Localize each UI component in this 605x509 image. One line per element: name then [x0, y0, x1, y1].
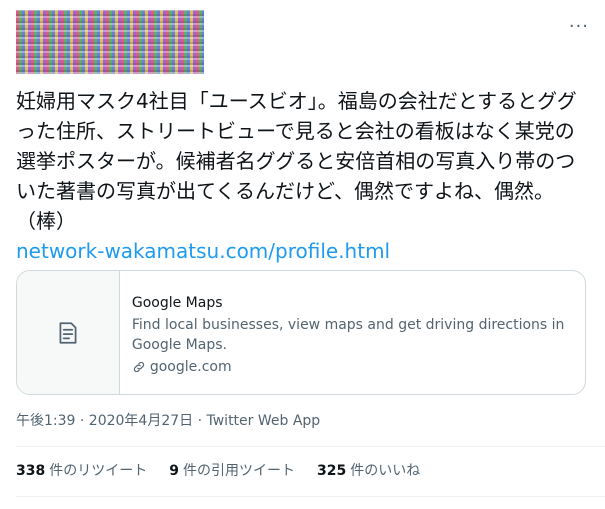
- tweet-text: 妊婦用マスク4社目「ユースビオ」。福島の会社だとするとググった住所、ストリートビ…: [16, 89, 577, 233]
- tweet-stats: 338 件のリツイート 9 件の引用ツイート 325 件のいいね: [16, 460, 420, 480]
- likes-count: 325: [316, 463, 347, 479]
- more-options-icon[interactable]: ···: [569, 18, 589, 36]
- likes-label: 件のいいね: [350, 463, 421, 479]
- tweet-detail: ··· 妊婦用マスク4社目「ユースビオ」。福島の会社だとするとググった住所、スト…: [0, 0, 605, 509]
- card-domain-row: google.com: [132, 357, 569, 377]
- likes-stat[interactable]: 325 件のいいね: [317, 460, 420, 480]
- divider: [16, 446, 605, 447]
- retweets-count: 338: [16, 463, 46, 479]
- card-description: Find local businesses, view maps and get…: [131, 317, 565, 353]
- quotes-count: 9: [169, 463, 179, 479]
- link-preview-card[interactable]: Google Maps Find local businesses, view …: [16, 270, 586, 395]
- tweet-header: ···: [16, 8, 589, 76]
- retweets-stat[interactable]: 338 件のリツイート: [16, 460, 147, 480]
- tweet-link[interactable]: network-wakamatsu.com/profile.html: [16, 236, 589, 266]
- tweet-timestamp[interactable]: 午後1:39 · 2020年4月27日 · Twitter Web App: [16, 410, 320, 430]
- divider: [16, 496, 605, 497]
- pixelated-author-area: [16, 10, 204, 74]
- document-icon: [59, 321, 77, 344]
- quotes-stat[interactable]: 9 件の引用ツイート: [169, 460, 295, 480]
- card-title: Google Maps: [131, 295, 223, 311]
- card-domain: google.com: [149, 359, 232, 375]
- card-body: Google Maps Find local businesses, view …: [120, 271, 585, 394]
- card-thumbnail: [17, 271, 120, 394]
- link-icon: [133, 361, 144, 373]
- retweets-label: 件のリツイート: [49, 463, 148, 479]
- quotes-label: 件の引用ツイート: [182, 463, 295, 479]
